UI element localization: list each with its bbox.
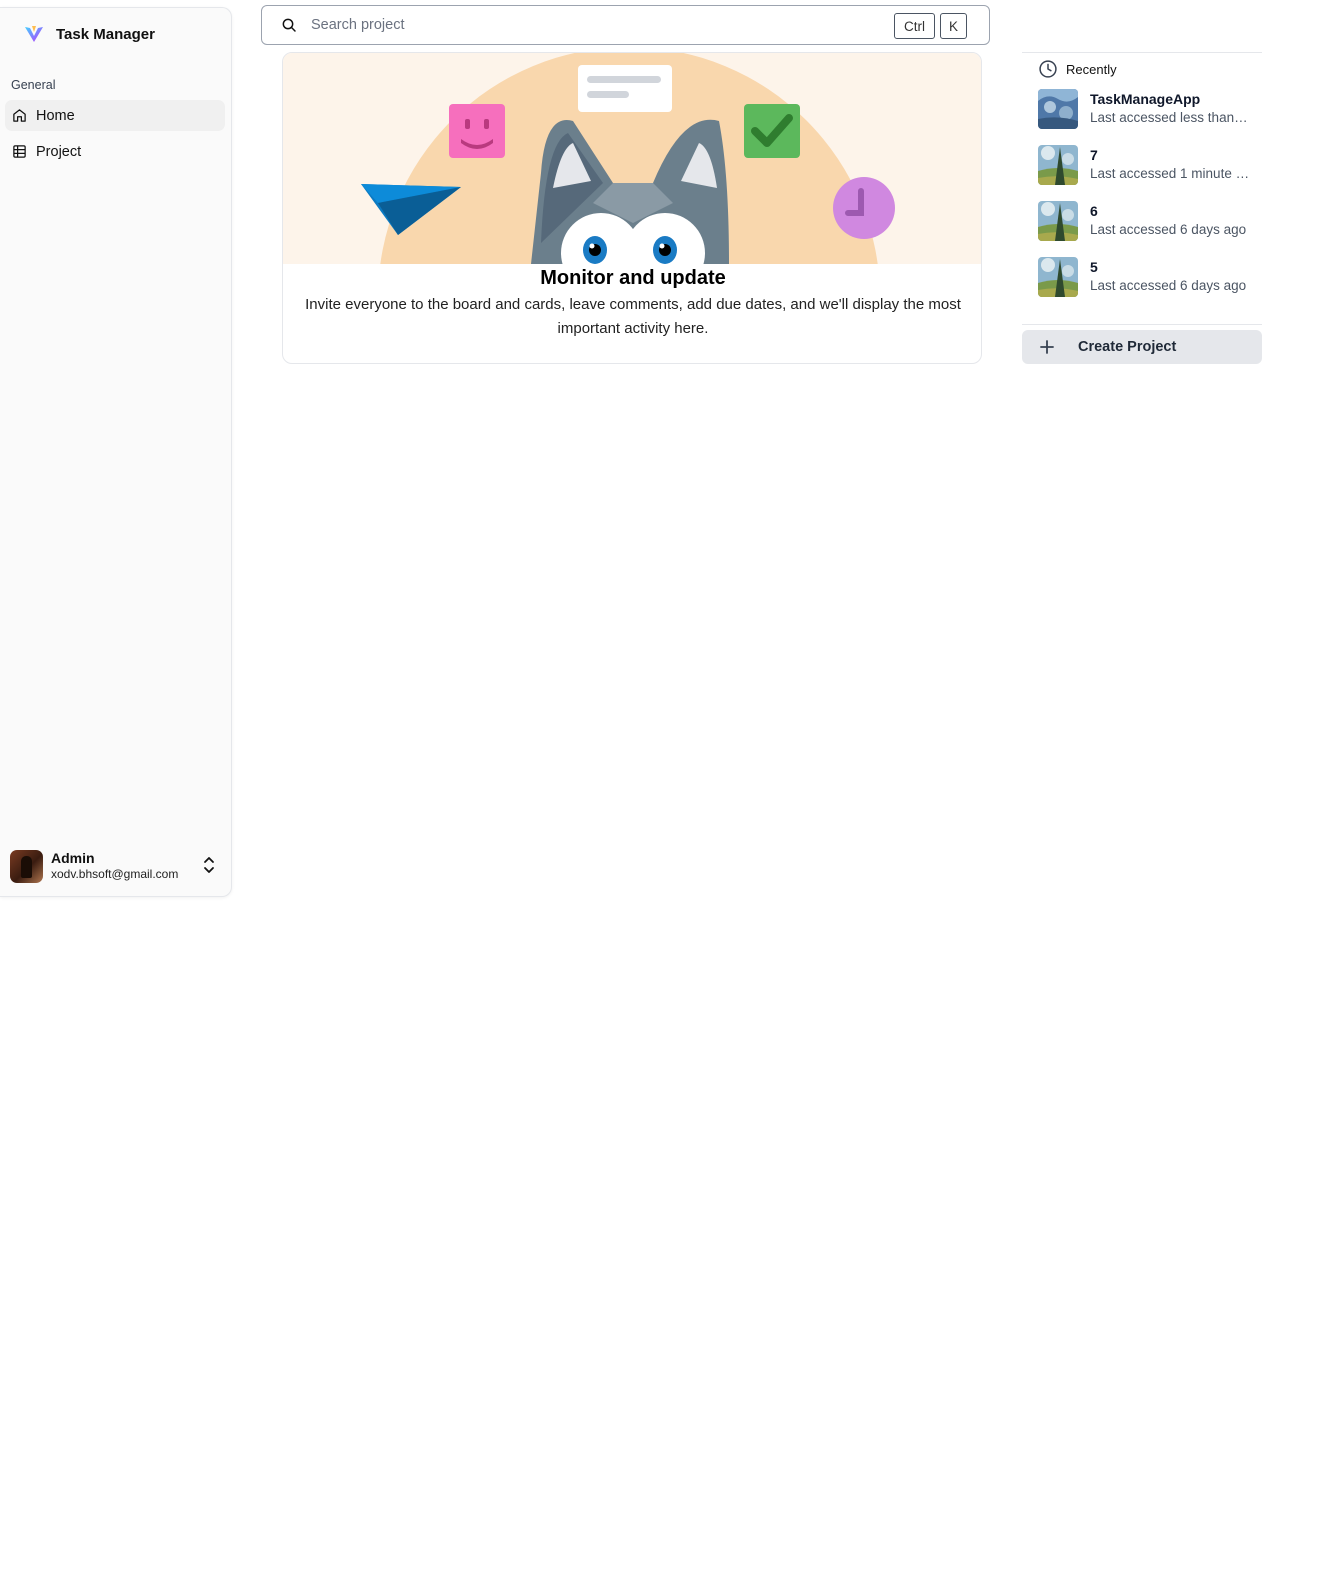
sidebar-item-home[interactable]: Home [5,100,225,131]
recent-item-subtitle: Last accessed 6 days ago [1090,221,1247,237]
hero-illustration [283,53,981,264]
home-icon [13,109,26,122]
smiley-square-icon [449,104,505,158]
check-square-icon [744,104,800,158]
project-thumbnail [1038,89,1078,129]
sidebar-item-label: Home [36,107,75,124]
avatar [10,849,43,883]
project-thumbnail [1038,145,1078,185]
clock-circle-icon [833,177,895,239]
sidebar: Task Manager General Home Project Admin … [0,7,232,897]
recent-item-name: 5 [1090,259,1098,275]
project-thumbnail [1038,257,1078,297]
recent-item[interactable]: 5 Last accessed 6 days ago [1038,257,1260,299]
search-bar[interactable]: Ctrl K [261,5,990,45]
chevrons-up-down-icon[interactable] [202,856,216,874]
recent-panel: Recently TaskManageApp Last accessed les… [1022,52,1262,297]
recent-item-subtitle: Last accessed 1 minute ago [1090,165,1250,181]
create-project-label: Create Project [1078,339,1177,355]
clock-icon [1039,60,1057,78]
user-email: xodv.bhsoft@gmail.com [51,867,179,882]
kbd-ctrl: Ctrl [894,13,935,39]
sidebar-item-label: Project [36,143,82,160]
table-grid-icon [13,145,26,158]
activity-card: Monitor and update Invite everyone to th… [282,52,982,364]
search-icon [282,18,296,32]
create-project-button[interactable]: Create Project [1022,330,1262,364]
sidebar-item-project[interactable]: Project [5,136,225,167]
recent-item-name: 6 [1090,203,1098,219]
card-title: Monitor and update [540,267,726,289]
recent-item[interactable]: TaskManageApp Last accessed less than a … [1038,89,1260,131]
recent-item-subtitle: Last accessed less than a minute ago [1090,109,1250,125]
app-logo-icon [25,26,43,42]
recent-item[interactable]: 6 Last accessed 6 days ago [1038,201,1260,243]
section-label-general: General [11,78,56,92]
recent-item-name: TaskManageApp [1090,91,1201,107]
brand[interactable]: Task Manager [24,24,155,44]
recent-header: Recently [1038,59,1117,79]
card-description: Invite everyone to the board and cards, … [305,296,961,337]
recent-divider [1022,324,1262,325]
app-title: Task Manager [56,25,155,43]
user-name: Admin [51,850,95,867]
recent-item-name: 7 [1090,147,1098,163]
plus-icon [1040,340,1054,354]
project-thumbnail [1038,201,1078,241]
recent-item-subtitle: Last accessed 6 days ago [1090,277,1247,293]
note-card-icon [578,65,672,112]
kbd-k: K [940,13,967,39]
user-menu[interactable]: Admin xodv.bhsoft@gmail.com [10,848,220,884]
search-input[interactable] [309,16,873,34]
recent-heading: Recently [1066,61,1117,77]
recent-item[interactable]: 7 Last accessed 1 minute ago [1038,145,1260,187]
